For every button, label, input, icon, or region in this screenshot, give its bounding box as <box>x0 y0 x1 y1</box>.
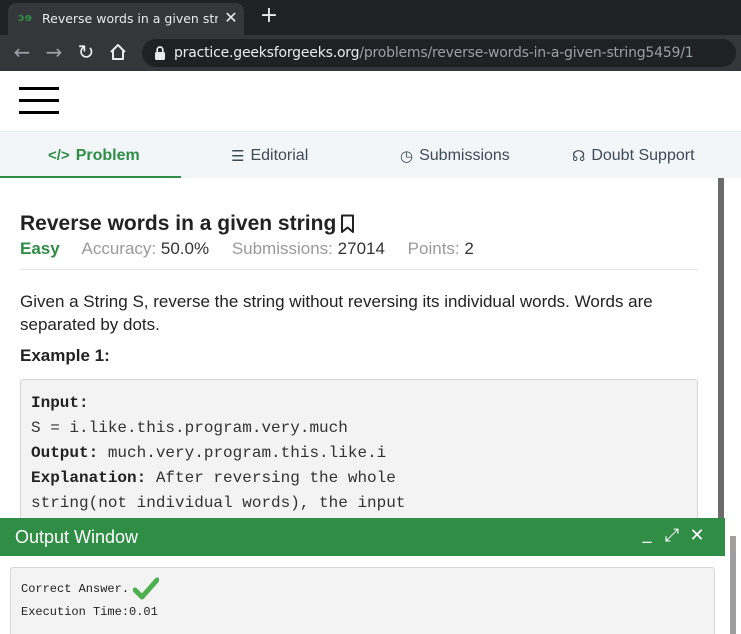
problem-description: Given a String S, reverse the string wit… <box>20 292 653 334</box>
tab-doubt-support[interactable]: ☊ Doubt Support <box>572 132 695 179</box>
browser-tab[interactable]: ɔɘ Reverse words in a given string | ✕ <box>8 3 244 35</box>
scrollbar-thumb[interactable] <box>718 178 724 518</box>
example-title: Example 1: <box>20 346 110 365</box>
tab-close-icon[interactable]: ✕ <box>222 9 240 27</box>
output-console: Correct Answer. Execution Time:0.01 <box>10 567 715 634</box>
explanation-text-2: string(not individual words), the input <box>31 494 406 512</box>
example-box: Input: S = i.like.this.program.very.much… <box>20 379 698 518</box>
headset-icon: ☊ <box>572 147 586 165</box>
accuracy-label: Accuracy: <box>81 239 157 258</box>
tab-problem[interactable]: </> Problem <box>48 132 140 179</box>
site-header <box>0 71 741 131</box>
reload-icon[interactable]: ↻ <box>74 40 98 64</box>
tab-editorial-label: Editorial <box>250 146 309 164</box>
hamburger-menu-icon[interactable] <box>19 87 59 115</box>
browser-tabstrip: ɔɘ Reverse words in a given string | ✕ + <box>0 0 741 35</box>
tab-submissions-label: Submissions <box>419 146 510 164</box>
submissions-value: 27014 <box>337 239 385 258</box>
problem-meta: Easy Accuracy: 50.0% Submissions: 27014 … <box>20 239 492 259</box>
explanation-label: Explanation: <box>31 469 147 487</box>
lock-icon <box>155 46 165 60</box>
problem-title: Reverse words in a given string <box>20 212 337 235</box>
result-text: Correct Answer. <box>21 582 130 596</box>
tab-doubt-support-label: Doubt Support <box>591 146 695 164</box>
expand-icon[interactable]: ⤢ <box>662 525 682 547</box>
submissions-label: Submissions: <box>231 239 333 258</box>
difficulty-badge: Easy <box>20 239 60 258</box>
points-value: 2 <box>464 239 474 258</box>
back-icon[interactable]: ← <box>10 40 34 64</box>
output-scrollbar-thumb[interactable] <box>730 536 736 634</box>
forward-icon[interactable]: → <box>42 40 66 64</box>
tab-editorial[interactable]: ☰ Editorial <box>231 132 308 179</box>
output-window-title: Output Window <box>15 527 139 547</box>
new-tab-icon[interactable]: + <box>258 5 280 27</box>
divider <box>20 269 698 270</box>
close-icon[interactable]: ✕ <box>687 525 707 547</box>
home-icon[interactable] <box>106 40 130 64</box>
browser-toolbar: ← → ↻ practice.geeksforgeeks.org/problem… <box>0 35 741 71</box>
tab-title: Reverse words in a given string | <box>42 11 218 26</box>
tab-submissions[interactable]: ◷ Submissions <box>400 132 510 179</box>
output-label: Output: <box>31 444 99 462</box>
url-text: practice.geeksforgeeks.org/problems/reve… <box>174 45 694 61</box>
output-window-body: Correct Answer. Execution Time:0.01 <box>0 556 725 634</box>
accuracy-value: 50.0% <box>160 239 210 258</box>
problem-content: Reverse words in a given string Easy Acc… <box>0 178 718 518</box>
code-icon: </> <box>48 147 70 164</box>
editorial-icon: ☰ <box>231 147 245 165</box>
output-window-header: Output Window _ ⤢ ✕ <box>0 518 725 556</box>
address-bar[interactable]: practice.geeksforgeeks.org/problems/reve… <box>142 39 736 67</box>
execution-time-text: Execution Time:0.01 <box>21 605 158 619</box>
output-value: much.very.program.this.like.i <box>98 444 387 462</box>
gfg-favicon-icon: ɔɘ <box>18 11 32 24</box>
input-value: S = i.like.this.program.very.much <box>31 419 348 437</box>
url-host: practice.geeksforgeeks.org <box>174 45 360 61</box>
bookmark-icon[interactable] <box>340 214 355 234</box>
checkmark-icon <box>133 577 159 600</box>
explanation-text-1: After reversing the whole <box>146 469 396 487</box>
clock-icon: ◷ <box>400 147 414 165</box>
tab-problem-label: Problem <box>75 146 140 164</box>
input-label: Input: <box>31 394 89 412</box>
url-path: /problems/reverse-words-in-a-given-strin… <box>359 45 694 61</box>
points-label: Points: <box>407 239 460 258</box>
problem-tabs: </> Problem ☰ Editorial ◷ Submissions ☊ … <box>0 131 741 178</box>
minimize-icon[interactable]: _ <box>637 523 657 545</box>
